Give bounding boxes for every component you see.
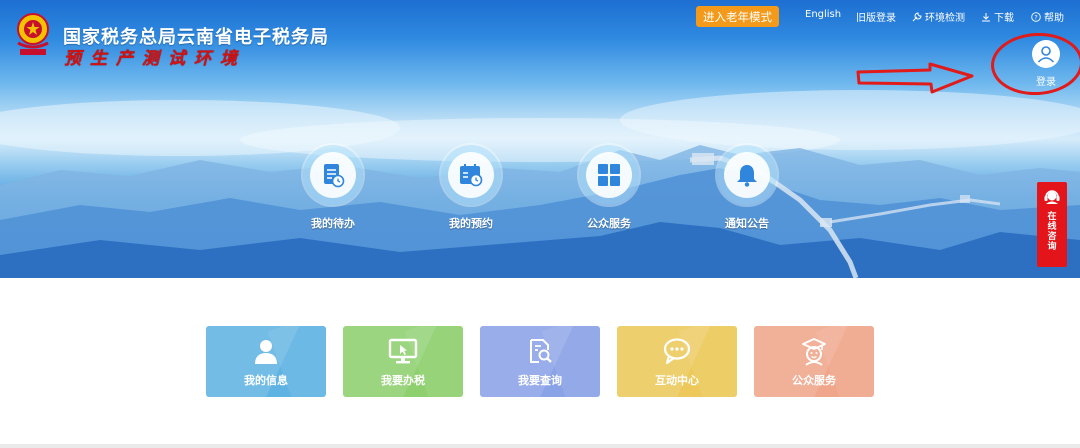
online-consult-button[interactable]: 在线咨询: [1037, 182, 1067, 267]
service-my-appointment[interactable]: 我的预约: [431, 145, 511, 231]
document-clock-icon: [324, 164, 345, 188]
grid-icon: [598, 164, 620, 186]
document-search-icon: [530, 339, 552, 363]
tile-do-tax[interactable]: 我要办税: [343, 326, 463, 397]
monitor-cursor-icon: [388, 338, 418, 364]
tile-interaction-center[interactable]: 互动中心: [617, 326, 737, 397]
online-consult-label: 在线咨询: [1047, 212, 1057, 252]
chat-bubble-icon: [663, 338, 691, 365]
tile-query[interactable]: 我要查询: [480, 326, 600, 397]
environment-check-link[interactable]: 环境检测: [912, 9, 965, 24]
service-label: 公众服务: [587, 217, 631, 230]
old-login-label: 旧版登录: [856, 13, 896, 24]
help-label: 帮助: [1044, 13, 1064, 24]
download-icon: [982, 12, 990, 21]
tile-label: 我要办税: [381, 374, 425, 387]
calendar-clock-icon: [460, 164, 483, 187]
service-label: 通知公告: [725, 217, 769, 230]
footer-divider: [0, 444, 1080, 448]
old-version-login-link[interactable]: 旧版登录: [856, 9, 896, 24]
english-link[interactable]: English: [805, 9, 841, 20]
tax-bureau-emblem-icon: [17, 13, 49, 55]
service-notice[interactable]: 通知公告: [707, 145, 787, 231]
tile-label: 公众服务: [792, 374, 836, 387]
tile-label: 互动中心: [655, 374, 699, 387]
wrench-icon: [912, 11, 922, 21]
hero-banner: 国家税务总局云南省电子税务局 预生产测试环境 进入老年模式 English 旧版…: [0, 0, 1080, 278]
student-icon: [802, 338, 826, 366]
help-link[interactable]: ? 帮助: [1031, 9, 1064, 24]
download-link[interactable]: 下载: [981, 9, 1014, 24]
tile-my-info[interactable]: 我的信息: [206, 326, 326, 397]
user-icon: [255, 340, 277, 364]
tile-label: 我要查询: [518, 374, 562, 387]
service-my-todo[interactable]: 我的待办: [293, 145, 373, 231]
svg-text:?: ?: [1034, 13, 1037, 21]
headset-icon: [1044, 190, 1060, 204]
tile-public-service[interactable]: 公众服务: [754, 326, 874, 397]
service-public[interactable]: 公众服务: [569, 145, 649, 231]
service-label: 我的待办: [311, 217, 355, 230]
service-label: 我的预约: [449, 217, 493, 230]
test-environment-watermark: 预生产测试环境: [64, 49, 246, 69]
english-link-label: English: [805, 9, 842, 20]
help-circle-icon: ?: [1031, 11, 1041, 22]
bell-icon: [737, 165, 757, 187]
tile-label: 我的信息: [244, 374, 288, 387]
download-label: 下载: [994, 13, 1014, 24]
elder-mode-button[interactable]: 进入老年模式: [696, 6, 779, 27]
annotation-arrow-icon: [856, 62, 974, 94]
env-check-label: 环境检测: [925, 13, 965, 24]
